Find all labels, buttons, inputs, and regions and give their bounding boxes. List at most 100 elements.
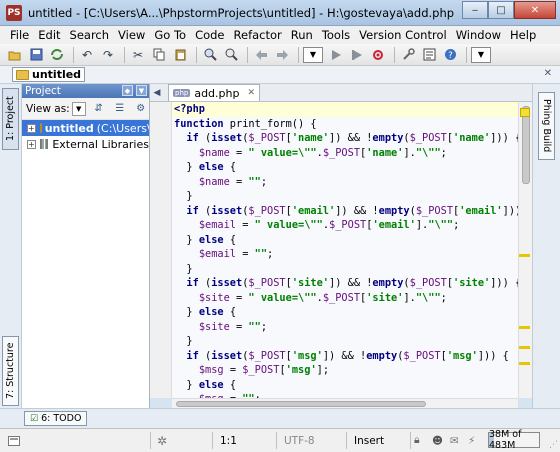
tree-item-untitled[interactable]: + untitled (C:\Users\A [22,120,149,136]
replace-icon[interactable] [222,46,240,64]
notifications-icon[interactable]: ✉ [450,433,459,448]
code-line[interactable]: if (isset($_POST['name']) && !empty($_PO… [172,131,518,146]
back-icon[interactable] [252,46,270,64]
paste-icon[interactable] [171,46,189,64]
menu-file[interactable]: File [10,28,29,42]
inspection-status-icon[interactable] [520,108,530,117]
code-line[interactable]: } [172,334,518,349]
code-line[interactable]: } else { [172,160,518,175]
save-icon[interactable] [27,46,45,64]
memory-indicator[interactable]: 38M of 483M [488,429,540,451]
code-line[interactable]: } [172,261,518,276]
power-save-icon[interactable]: ⚡ [468,433,475,448]
menu-edit[interactable]: Edit [38,28,60,42]
help-icon[interactable]: ? [441,46,459,64]
menu-refactor[interactable]: Refactor [234,28,282,42]
menu-go-to[interactable]: Go To [154,28,186,42]
open-icon[interactable] [6,46,24,64]
code-line[interactable]: } else { [172,305,518,320]
tab-project[interactable]: 1: Project [2,88,19,150]
tab-todo[interactable]: ☑ 6: TODO [24,411,88,426]
code-line[interactable]: $site = ""; [172,319,518,334]
menu-window[interactable]: Window [456,28,501,42]
minimize-button[interactable]: ‒ [462,1,488,19]
menu-version-control[interactable]: Version Control [359,28,447,42]
code-line[interactable]: } else { [172,232,518,247]
code-line[interactable]: $msg = $_POST['msg']; [172,363,518,378]
cut-icon[interactable]: ✂ [129,46,147,64]
tab-structure[interactable]: 7: Structure [2,336,19,406]
sync-icon[interactable] [48,46,66,64]
warning-marker[interactable] [519,254,530,257]
warning-marker[interactable] [519,326,530,329]
undo-icon[interactable]: ↶ [78,46,96,64]
menu-view[interactable]: View [118,28,145,42]
menu-run[interactable]: Run [291,28,313,42]
resize-grip-icon[interactable]: ⋰ [549,440,558,450]
event-log-icon[interactable] [8,433,20,448]
code-line[interactable]: if (isset($_POST['msg']) && !empty($_POS… [172,348,518,363]
code-editor[interactable]: <?php function print_form() { if (isset($… [172,102,518,398]
close-tab-icon[interactable]: ✕ [247,88,255,98]
menu-search[interactable]: Search [70,28,110,42]
more-dropdown[interactable]: ▼ [471,46,491,63]
bottom-tool-strip: ☑ 6: TODO [0,408,560,428]
caret-position[interactable]: 1:1 [220,433,237,448]
warning-marker[interactable] [519,346,530,349]
maximize-button[interactable]: □ [488,1,514,19]
tab-add-php[interactable]: php add.php ✕ [168,84,261,101]
collapse-all-icon[interactable]: ☰ [112,101,128,117]
code-line[interactable]: if (isset($_POST['email']) && !empty($_P… [172,203,518,218]
redo-icon[interactable]: ↷ [99,46,117,64]
view-as-dropdown[interactable]: ▼ [71,101,86,116]
code-line[interactable]: $site = " value=\"".$_POST['site']."\""; [172,290,518,305]
run-config-dropdown[interactable]: ▼ [303,46,323,63]
expand-icon[interactable]: + [27,139,36,149]
hector-icon[interactable]: ☻ [432,433,443,448]
settings-icon[interactable] [399,46,417,64]
stop-icon[interactable] [369,46,387,64]
close-icon[interactable]: ✕ [544,68,552,79]
debug-icon[interactable] [348,46,366,64]
code-line[interactable]: if (isset($_POST['site']) && !empty($_PO… [172,276,518,291]
tab-phing-build[interactable]: Phing Build [538,92,555,160]
gear-icon[interactable]: ⚙ [133,101,149,117]
code-line[interactable]: } [172,189,518,204]
scrollbar-thumb[interactable] [522,106,530,184]
forward-icon[interactable] [273,46,291,64]
code-token: { [223,233,237,246]
phpstorm-app-icon[interactable]: PS [6,4,22,21]
expand-icon[interactable]: + [27,123,36,133]
code-line[interactable]: $email = ""; [172,247,518,262]
code-line[interactable]: <?php [172,102,518,117]
find-icon[interactable] [201,46,219,64]
editor-gutter[interactable] [150,102,172,398]
warning-marker[interactable] [519,362,530,365]
scroll-from-source-icon[interactable]: ⇵ [91,101,107,117]
vertical-scrollbar[interactable] [518,102,532,398]
code-line[interactable]: function print_form() { [172,116,518,131]
tabs-left-arrow-icon[interactable]: ◀ [150,85,164,101]
code-line[interactable]: $name = ""; [172,174,518,189]
run-icon[interactable] [327,46,345,64]
insert-mode[interactable]: Insert [354,433,384,448]
breadcrumb[interactable]: untitled [12,67,86,82]
code-line[interactable]: $email = " value=\"".$_POST['email']."\"… [172,218,518,233]
pin-icon[interactable]: ◆ [122,85,133,96]
code-line[interactable]: $name = " value=\"".$_POST['name']."\""; [172,145,518,160]
structure-icon[interactable] [420,46,438,64]
close-button[interactable]: ✕ [514,1,556,19]
code-line[interactable]: } else { [172,377,518,392]
copy-icon[interactable] [150,46,168,64]
lock-icon[interactable]: 🔒︎ [414,433,420,448]
menu-help[interactable]: Help [510,28,536,42]
hide-icon[interactable]: ▼ [136,85,147,96]
code-token: $_POST [248,132,286,144]
menu-code[interactable]: Code [195,28,224,42]
file-encoding[interactable]: UTF-8 [284,433,315,448]
horizontal-scrollbar[interactable] [172,398,518,408]
scrollbar-thumb[interactable] [176,401,426,407]
tree-item-external-libraries[interactable]: + External Libraries [22,136,149,152]
menu-tools[interactable]: Tools [322,28,350,42]
code-token: $_POST [248,349,286,362]
